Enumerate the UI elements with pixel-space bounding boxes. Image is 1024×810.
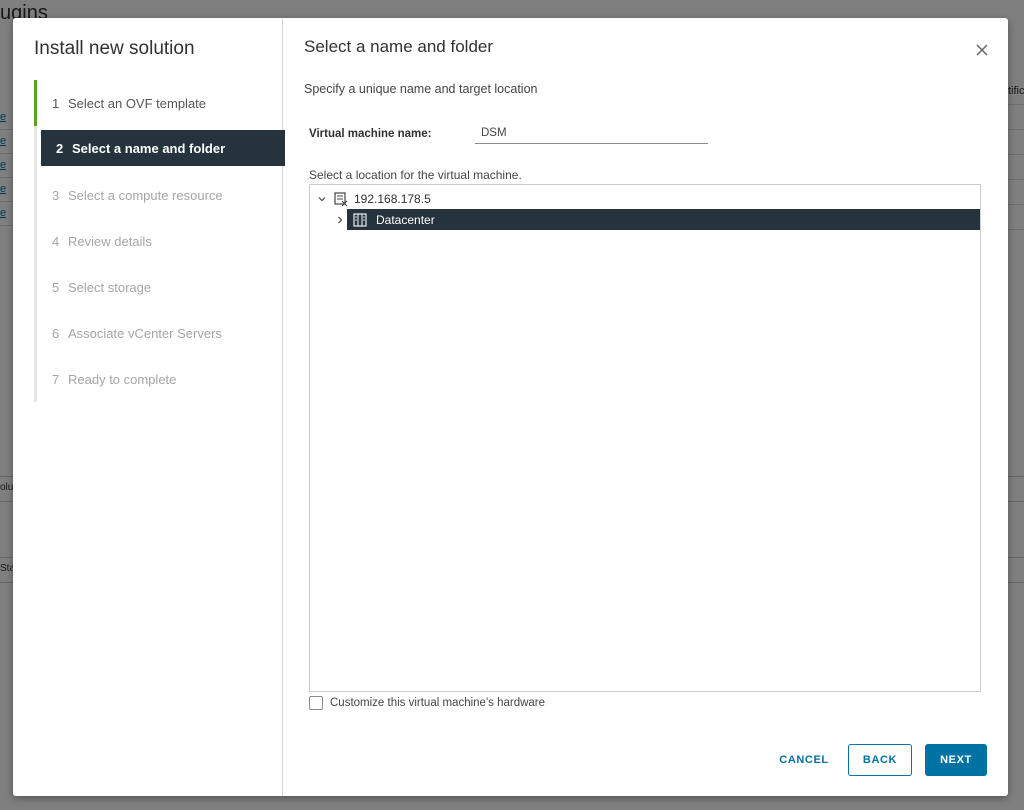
step-label: Select a name and folder <box>72 140 226 156</box>
wizard-step-7: 7 Ready to complete <box>37 356 285 402</box>
tree-node-vcenter[interactable]: 192.168.178.5 <box>315 190 431 208</box>
vcenter-server-icon <box>333 191 349 207</box>
chevron-down-icon[interactable] <box>315 192 329 206</box>
tree-node-datacenter[interactable]: Datacenter <box>338 209 980 230</box>
wizard-content: Select a name and folder Specify a uniqu… <box>283 18 1008 796</box>
wizard-steps: 1 Select an OVF template 2 Select a name… <box>34 80 285 402</box>
wizard-step-1[interactable]: 1 Select an OVF template <box>34 80 285 126</box>
close-button[interactable] <box>974 42 990 58</box>
close-icon <box>976 44 988 56</box>
step-number: 6 <box>52 325 60 341</box>
wizard-title: Install new solution <box>34 38 195 59</box>
wizard-step-3: 3 Select a compute resource <box>37 172 285 218</box>
next-button[interactable]: NEXT <box>925 744 987 776</box>
cancel-button[interactable]: CANCEL <box>769 744 839 776</box>
step-label: Associate vCenter Servers <box>68 325 222 341</box>
wizard-step-5: 5 Select storage <box>37 264 285 310</box>
tree-node-label: 192.168.178.5 <box>354 192 431 206</box>
step-number: 1 <box>52 95 60 111</box>
step-label: Ready to complete <box>68 371 177 387</box>
back-button[interactable]: BACK <box>848 744 912 776</box>
datacenter-icon <box>352 212 368 228</box>
step-label: Review details <box>68 233 152 249</box>
step-number: 4 <box>52 233 60 249</box>
wizard-step-2[interactable]: 2 Select a name and folder <box>41 130 285 166</box>
wizard-step-6: 6 Associate vCenter Servers <box>37 310 285 356</box>
customize-hardware-label: Customize this virtual machine's hardwar… <box>330 697 546 709</box>
chevron-right-icon[interactable] <box>333 213 347 227</box>
page-subtitle: Specify a unique name and target locatio… <box>304 82 538 96</box>
step-number: 7 <box>52 371 60 387</box>
step-number: 2 <box>56 140 64 156</box>
step-label: Select a compute resource <box>68 187 223 203</box>
step-number: 3 <box>52 187 60 203</box>
step-number: 5 <box>52 279 60 295</box>
wizard-step-4: 4 Review details <box>37 218 285 264</box>
vm-name-label: Virtual machine name: <box>309 128 432 140</box>
location-tree: 192.168.178.5 Datacenter <box>309 184 981 692</box>
page-title: Select a name and folder <box>304 37 494 56</box>
vm-name-input[interactable] <box>475 122 708 144</box>
wizard-nav: Install new solution 1 Select an OVF tem… <box>13 18 285 796</box>
step-label: Select storage <box>68 279 152 295</box>
step-label: Select an OVF template <box>68 95 207 111</box>
location-label: Select a location for the virtual machin… <box>309 168 522 182</box>
install-solution-modal: Install new solution 1 Select an OVF tem… <box>13 18 1008 796</box>
customize-hardware-checkbox[interactable] <box>309 696 323 710</box>
customize-hardware-row: Customize this virtual machine's hardwar… <box>309 696 545 710</box>
tree-node-label: Datacenter <box>376 212 435 227</box>
